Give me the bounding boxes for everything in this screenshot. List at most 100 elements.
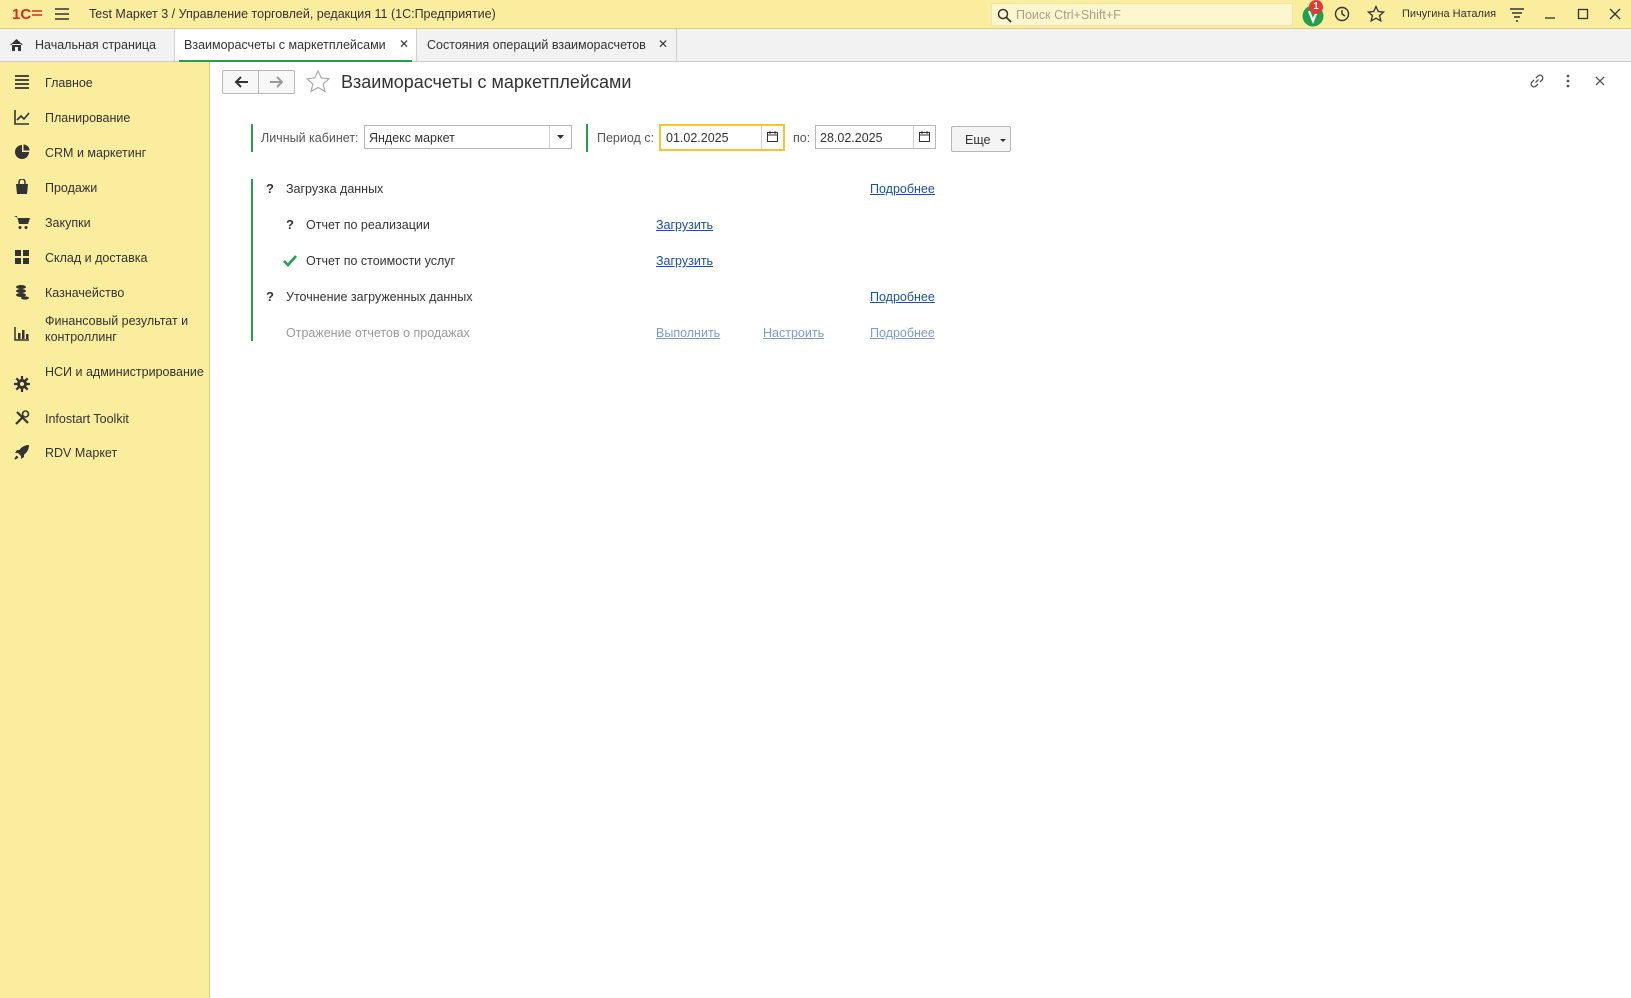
more-button[interactable]: Еще [951, 126, 1011, 152]
load-services-report-link[interactable]: Загрузить [656, 254, 713, 268]
execute-link[interactable]: Выполнить [656, 326, 720, 340]
sections-sidebar: Главное Планирование CRM и маркетинг Про… [0, 62, 210, 998]
sidebar-item-planning[interactable]: Планирование [0, 103, 209, 131]
configure-link[interactable]: Настроить [763, 326, 824, 340]
favorites-star-icon[interactable] [1367, 5, 1385, 23]
period-from-input[interactable]: 01.02.2025 [659, 124, 785, 151]
sidebar-item-finance[interactable]: Финансовый результат и контроллинг [0, 313, 209, 353]
tab-label: Начальная страница [35, 38, 156, 52]
forward-button[interactable] [258, 70, 295, 94]
status-question-icon: ? [266, 289, 274, 304]
calendar-button[interactable] [761, 126, 783, 149]
sidebar-item-main[interactable]: Главное [0, 68, 209, 96]
hamburger-menu-icon[interactable] [54, 7, 70, 21]
sidebar-item-label: Казначейство [45, 286, 125, 300]
pie-chart-icon [15, 144, 30, 159]
sidebar-item-label: НСИ и администрирование [45, 365, 204, 379]
sidebar-item-sales[interactable]: Продажи [0, 173, 209, 201]
step-sales-report: Отчет по реализации [306, 218, 430, 232]
user-name[interactable]: Пичугина Наталия [1402, 8, 1496, 20]
sidebar-item-label: Финансовый результат и контроллинг [45, 314, 189, 344]
close-tab-icon[interactable]: ✕ [399, 37, 409, 51]
sidebar-item-label: Infostart Toolkit [45, 412, 129, 426]
history-icon[interactable] [1333, 5, 1351, 23]
global-search-input[interactable]: Поиск Ctrl+Shift+F [991, 3, 1293, 26]
sidebar-item-label: Продажи [45, 181, 98, 195]
1c-logo[interactable]: 1С [12, 5, 42, 23]
minimize-icon[interactable] [1541, 5, 1559, 23]
chevron-down-icon [1000, 139, 1006, 142]
calendar-button[interactable] [913, 126, 935, 148]
status-question-icon: ? [286, 217, 294, 232]
link-icon[interactable] [1528, 72, 1546, 90]
tools-icon [15, 410, 30, 425]
list-icon [15, 75, 29, 89]
tab-label: Состояния операций взаиморасчетов [427, 38, 646, 52]
sidebar-item-label: Склад и доставка [45, 251, 148, 265]
steps-group-indicator [251, 179, 253, 341]
status-question-icon: ? [266, 181, 274, 196]
home-icon [10, 39, 23, 51]
dropdown-button[interactable] [549, 126, 571, 148]
sidebar-item-rdv-market[interactable]: RDV Маркет [0, 438, 209, 466]
period-to-input[interactable]: 28.02.2025 [815, 125, 936, 149]
sidebar-item-label: Закупки [45, 216, 91, 230]
filter-group-indicator [251, 124, 253, 152]
svg-text:1С: 1С [12, 6, 31, 23]
add-to-favorites-star-icon[interactable] [305, 69, 331, 95]
app-title: Test Маркет 3 / Управление торговлей, ре… [89, 7, 496, 21]
close-tab-icon[interactable]: ✕ [658, 37, 668, 51]
gear-icon [14, 376, 30, 392]
sidebar-item-crm[interactable]: CRM и маркетинг [0, 138, 209, 166]
sidebar-item-purchases[interactable]: Закупки [0, 208, 209, 236]
arrow-right-icon [270, 76, 284, 88]
title-bar: 1С Test Маркет 3 / Управление торговлей,… [0, 0, 1631, 29]
bar-chart-icon [14, 327, 29, 341]
refine-data-details-link[interactable]: Подробнее [870, 290, 935, 304]
sidebar-item-warehouse[interactable]: Склад и доставка [0, 243, 209, 271]
sidebar-item-treasury[interactable]: Казначейство [0, 278, 209, 306]
calendar-icon [767, 131, 778, 142]
cart-icon [14, 216, 30, 229]
calendar-icon [919, 131, 930, 142]
chart-up-icon [14, 110, 30, 125]
cabinet-label: Личный кабинет: [261, 131, 359, 145]
coins-icon [16, 285, 29, 300]
close-form-icon[interactable] [1591, 72, 1609, 90]
tab-operations-states[interactable]: Состояния операций взаиморасчетов ✕ [417, 29, 677, 61]
settings-filter-icon[interactable] [1508, 5, 1526, 23]
back-button[interactable] [222, 70, 259, 94]
sidebar-item-label: Планирование [45, 111, 131, 125]
open-tabs-bar: Начальная страница Взаиморасчеты с марке… [0, 29, 1631, 62]
step-refine-data: Уточнение загруженных данных [286, 290, 473, 304]
warehouse-grid-icon [15, 250, 29, 264]
period-group-indicator [586, 124, 588, 152]
step-services-report: Отчет по стоимости услуг [306, 254, 456, 268]
tab-label: Взаиморасчеты с маркетплейсами [184, 38, 386, 52]
cabinet-select[interactable]: Яндекс маркет [364, 125, 572, 149]
cabinet-value: Яндекс маркет [369, 131, 455, 145]
page-title: Взаиморасчеты с маркетплейсами [341, 72, 632, 92]
checkmark-icon [283, 255, 297, 267]
step-load-data: Загрузка данных [286, 182, 384, 196]
period-to-label: по: [793, 131, 811, 145]
search-icon [997, 8, 1012, 23]
search-placeholder: Поиск Ctrl+Shift+F [1016, 8, 1121, 22]
load-data-details-link[interactable]: Подробнее [870, 182, 935, 196]
close-window-icon[interactable] [1606, 5, 1624, 23]
load-sales-report-link[interactable]: Загрузить [656, 218, 713, 232]
sidebar-item-admin[interactable]: НСИ и администрирование [0, 364, 209, 404]
reflect-details-link[interactable]: Подробнее [870, 326, 935, 340]
shopping-bag-icon [16, 179, 28, 194]
sidebar-item-label: Главное [45, 76, 93, 90]
period-from-label: Период с: [597, 131, 655, 145]
rocket-icon [14, 445, 29, 460]
period-to-value: 28.02.2025 [820, 131, 883, 145]
tab-home[interactable]: Начальная страница [0, 29, 175, 61]
maximize-icon[interactable] [1574, 5, 1592, 23]
sidebar-item-label: RDV Маркет [45, 446, 118, 460]
more-button-label: Еще [965, 133, 991, 147]
tab-marketplace-settlements[interactable]: Взаиморасчеты с маркетплейсами ✕ [175, 29, 417, 62]
sidebar-item-infostart[interactable]: Infostart Toolkit [0, 404, 209, 432]
more-actions-icon[interactable] [1559, 72, 1577, 90]
